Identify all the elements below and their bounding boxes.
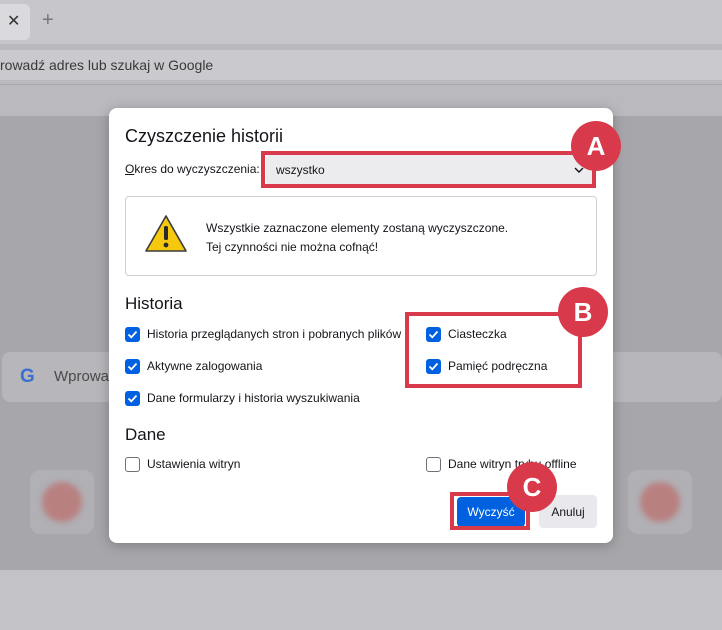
checkbox-label: Dane witryn trybu offline (448, 457, 577, 471)
checkbox-checked-icon[interactable] (125, 390, 140, 406)
shortcut-favicon-icon (42, 482, 82, 522)
checkbox-label: Dane formularzy i historia wyszukiwania (147, 391, 360, 405)
close-tab-icon[interactable]: ✕ (7, 12, 20, 32)
annotation-badge-c: C (507, 462, 557, 512)
nav-bar: rowadź adres lub szukaj w Google (0, 44, 722, 116)
annotation-badge-a: A (571, 121, 621, 171)
tab-bar: ✕ + (0, 0, 722, 44)
warning-text-line2: Tej czynności nie można cofnąć! (206, 240, 379, 254)
page-bottom-area (0, 570, 722, 630)
checkbox-site-settings[interactable]: Ustawienia witryn (125, 454, 240, 474)
warning-box: Wszystkie zaznaczone elementy zostaną wy… (125, 196, 597, 276)
toolbar-divider (0, 84, 722, 85)
checkbox-unchecked-icon[interactable] (426, 456, 441, 472)
checkbox-label: Ustawienia witryn (147, 457, 241, 471)
checkbox-browsing-history[interactable]: Historia przeglądanych stron i pobranych… (125, 324, 401, 344)
shortcut-favicon-icon (640, 482, 680, 522)
checkbox-label: Aktywne zalogowania (147, 359, 263, 373)
checkbox-checked-icon[interactable] (125, 358, 140, 374)
checkbox-active-logins[interactable]: Aktywne zalogowania (125, 356, 262, 376)
shortcut-tile[interactable] (30, 470, 94, 534)
checkbox-label: Historia przeglądanych stron i pobranych… (147, 327, 402, 341)
checkbox-unchecked-icon[interactable] (125, 456, 140, 472)
checkbox-checked-icon[interactable] (125, 326, 140, 342)
url-bar[interactable]: rowadź adres lub szukaj w Google (0, 50, 722, 80)
period-label: Okres do wyczyszczenia: (125, 162, 260, 176)
google-logo-icon: G (20, 366, 35, 387)
annotation-badge-b: B (558, 287, 608, 337)
annotation-highlight-b (405, 312, 582, 388)
period-label-text: kres do wyczyszczenia: (134, 162, 260, 176)
warning-icon (145, 215, 187, 252)
browser-tab[interactable]: ✕ (0, 4, 30, 40)
data-heading: Dane (125, 425, 166, 444)
new-tab-icon[interactable]: + (42, 10, 54, 30)
warning-text-line1: Wszystkie zaznaczone elementy zostaną wy… (206, 221, 509, 235)
shortcut-tile[interactable] (628, 470, 692, 534)
period-label-accesskey: O (125, 162, 135, 176)
history-heading: Historia (125, 294, 183, 313)
checkbox-offline-site-data[interactable]: Dane witryn trybu offline (426, 454, 577, 474)
annotation-highlight-a (261, 151, 596, 188)
dialog-title: Czyszczenie historii (125, 126, 284, 146)
url-placeholder: rowadź adres lub szukaj w Google (0, 57, 214, 73)
page-search-placeholder: Wprowa (54, 368, 110, 385)
checkbox-form-search-history[interactable]: Dane formularzy i historia wyszukiwania (125, 388, 360, 408)
